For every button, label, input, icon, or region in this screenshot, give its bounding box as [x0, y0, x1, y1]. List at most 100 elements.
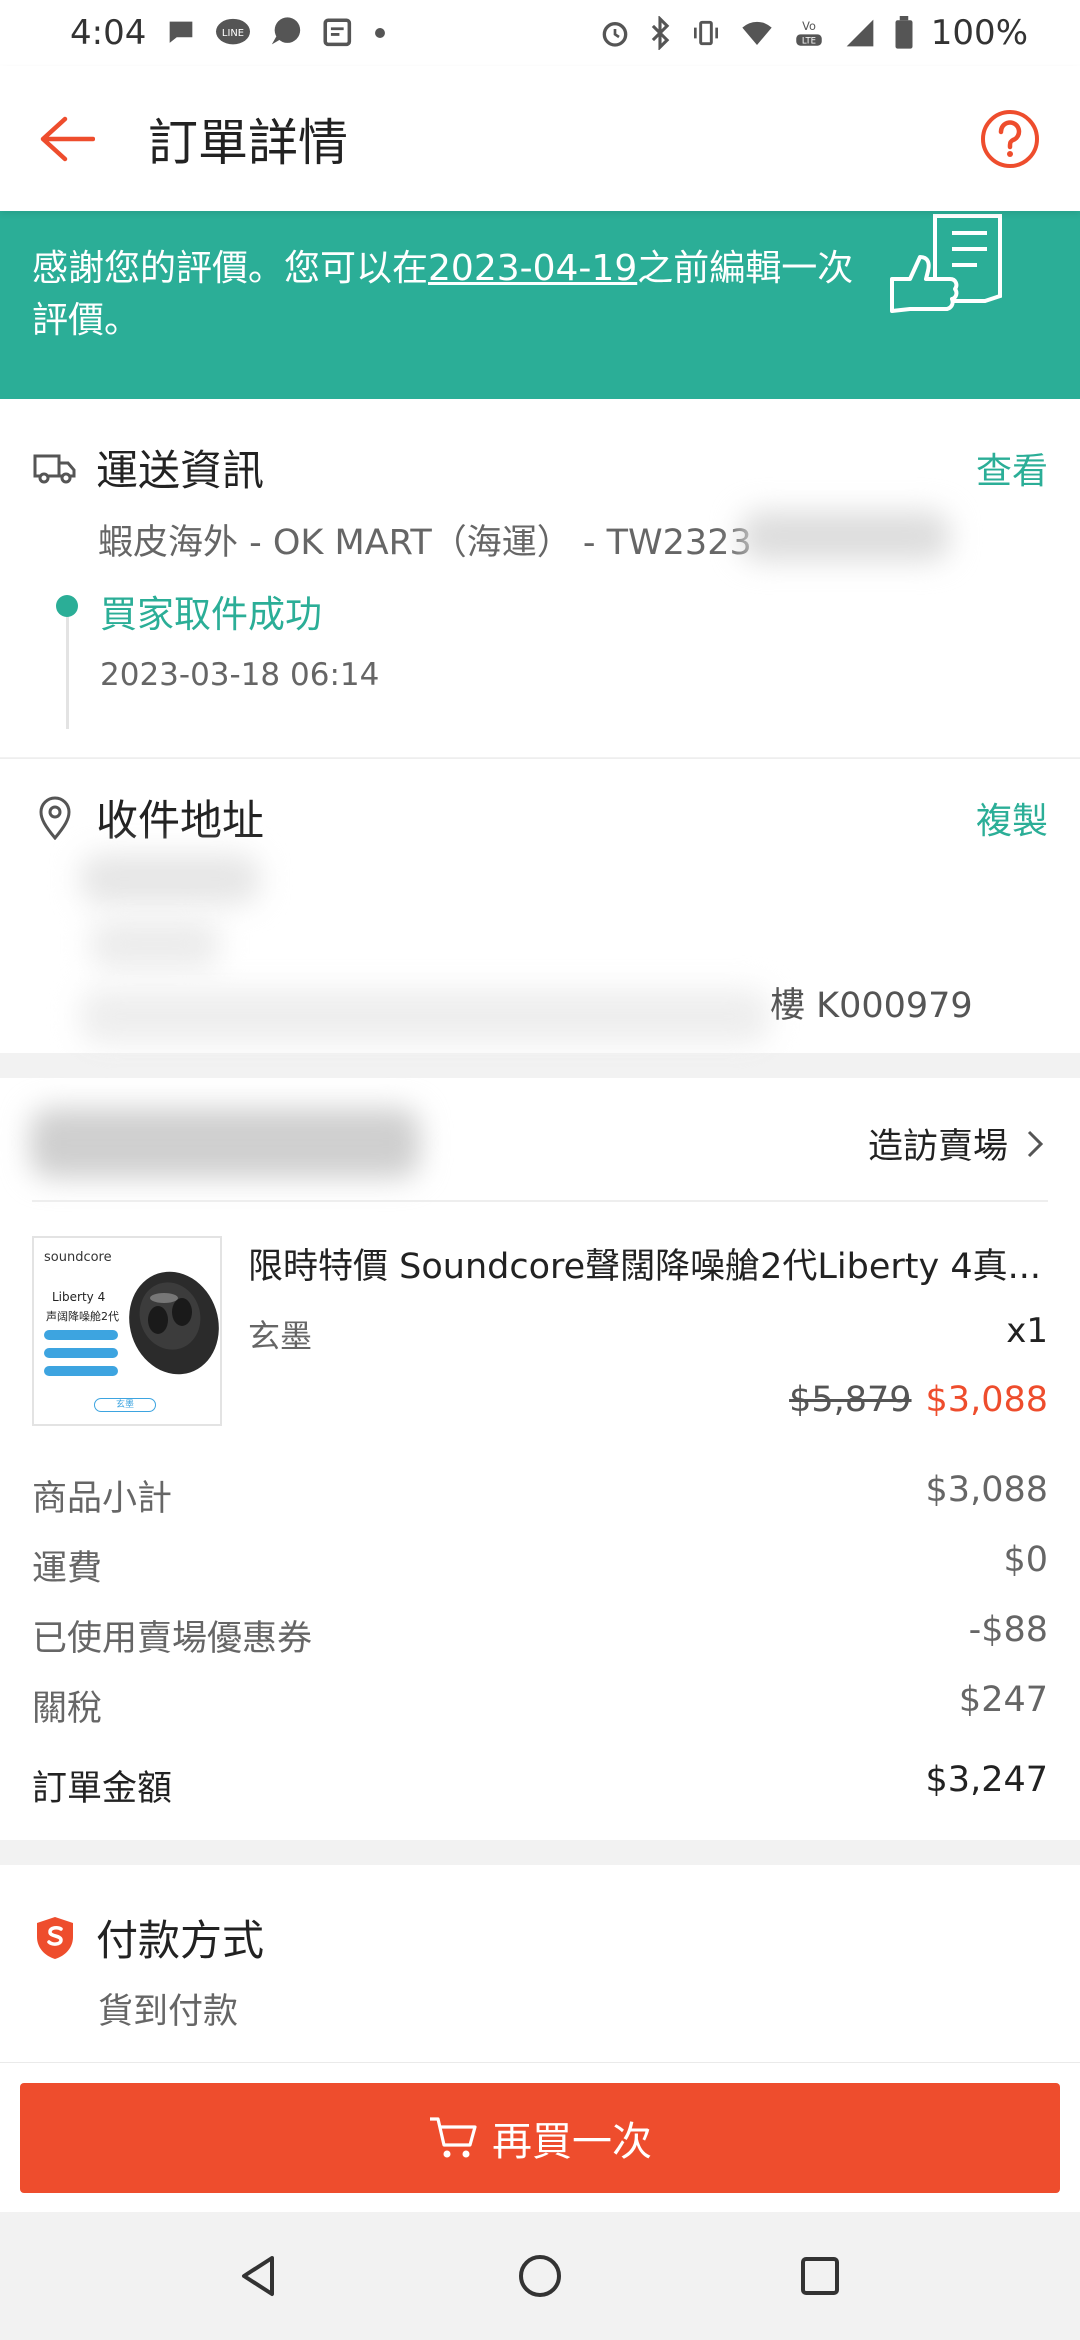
visit-shop-label: 造訪賣場 [867, 1127, 1008, 1167]
system-icons: Vo LTE 100% [599, 13, 1028, 53]
app-bar: 訂單詳情 [0, 66, 1080, 211]
timeline-dot [56, 595, 78, 617]
summary-label: 關稅 [32, 1689, 103, 1729]
summary-value: -$88 [968, 1610, 1048, 1650]
total-value: $3,247 [925, 1760, 1048, 1800]
back-button[interactable] [0, 66, 130, 211]
back-arrow-icon [40, 116, 95, 161]
svg-text:LINE: LINE [222, 28, 244, 39]
location-pin-icon [32, 795, 78, 841]
summary-row-coupon: 已使用賣場優惠券 -$88 [32, 1610, 1048, 1680]
visit-shop-link[interactable]: 造訪賣場 [868, 1118, 1050, 1169]
order-summary: 商品小計 $3,088 運費 $0 已使用賣場優惠券 -$88 關稅 $247 … [32, 1470, 1048, 1811]
help-icon [981, 109, 1039, 168]
alarm-icon [602, 21, 628, 47]
thumb-brand: soundcore [44, 1250, 112, 1265]
payment-title: 付款方式 [96, 1916, 265, 1965]
status-time: 4:04 [70, 13, 147, 53]
battery-icon [895, 16, 913, 49]
system-nav-bar [0, 2212, 1080, 2340]
page-title: 訂單詳情 [148, 113, 348, 172]
svg-text:Vo: Vo [802, 19, 816, 33]
shipping-section: 運送資訊 查看 蝦皮海外 - OK MART（海運） - TW2323 買家取件… [0, 399, 1080, 757]
summary-row-tax: 關稅 $247 [32, 1680, 1048, 1760]
shipping-timestamp: 2023-03-18 06:14 [100, 657, 380, 693]
shipping-title: 運送資訊 [96, 446, 265, 495]
chevron-right-icon [1027, 1130, 1044, 1157]
earbuds-case-icon [129, 1271, 219, 1375]
buy-again-label: 再買一次 [492, 2119, 652, 2165]
product-variant: 玄墨 [248, 1317, 313, 1355]
thumb-bar-1 [44, 1330, 118, 1340]
nav-recents-icon [801, 2257, 839, 2295]
review-illustration-icon [890, 214, 1002, 313]
summary-row-subtotal: 商品小計 $3,088 [32, 1470, 1048, 1540]
summary-label: 商品小計 [32, 1479, 173, 1519]
thumb-bar-2 [44, 1348, 118, 1358]
truck-icon [32, 445, 78, 491]
line-icon: LINE [216, 18, 251, 45]
timeline-line [66, 599, 69, 729]
bottom-action-bar: 再買一次 [0, 2062, 1080, 2212]
shield-icon [32, 1915, 78, 1961]
address-visible-line: 樓 K000979 [770, 986, 973, 1026]
wifi-icon [742, 21, 772, 45]
summary-label: 已使用賣場優惠券 [32, 1619, 313, 1659]
thumb-subtitle: 声阔降噪舱2代 [46, 1310, 119, 1323]
original-price: $5,879 [789, 1380, 912, 1420]
product-quantity: x1 [1006, 1311, 1048, 1351]
redacted-name [80, 854, 260, 904]
messenger-icon [272, 17, 301, 45]
redacted-phone [90, 919, 220, 969]
banner-text-before: 感謝您的評價。您可以在 [32, 248, 429, 289]
edit-deadline-date: 2023-04-19 [428, 248, 638, 289]
battery-percent: 100% [930, 13, 1028, 53]
chat-bubble-icon [170, 21, 193, 43]
order-section: 造訪賣場 soundcore Liberty 4 声阔降噪舱2代 玄墨 限時特價… [0, 1078, 1080, 1840]
vibrate-icon [693, 20, 718, 46]
redacted-shop-name [30, 1108, 420, 1178]
payment-section: 付款方式 貨到付款 [0, 1865, 1080, 2063]
summary-value: $0 [1003, 1540, 1048, 1580]
summary-row-shipping: 運費 $0 [32, 1540, 1048, 1610]
nav-back-icon [242, 2256, 274, 2296]
redacted-address [80, 989, 770, 1044]
bluetooth-icon [651, 16, 670, 50]
status-bar: 4:04 LINE Vo LTE 100% [0, 0, 1080, 66]
product-name[interactable]: 限時特價 Soundcore聲闊降噪艙2代Liberty 4真... [248, 1238, 1048, 1289]
product-thumbnail[interactable]: soundcore Liberty 4 声阔降噪舱2代 玄墨 [32, 1236, 222, 1426]
summary-row-total: 訂單金額 $3,247 [32, 1760, 1048, 1811]
sale-price: $3,088 [925, 1380, 1048, 1420]
payment-method: 貨到付款 [98, 1992, 239, 2032]
summary-value: $247 [958, 1680, 1048, 1720]
shipping-status: 買家取件成功 [100, 593, 322, 636]
thumb-bar-3 [44, 1366, 118, 1376]
address-title: 收件地址 [96, 796, 265, 845]
thumb-color: 玄墨 [94, 1398, 156, 1412]
product-price-row: $5,879 $3,088 [789, 1380, 1048, 1420]
help-button[interactable] [970, 99, 1050, 179]
notification-icons: LINE [164, 16, 388, 50]
address-section: 收件地址 複製 樓 K000979 [0, 758, 1080, 1053]
shop-divider [32, 1200, 1048, 1202]
view-shipping-link[interactable]: 查看 [976, 442, 1048, 494]
summary-value: $3,088 [925, 1470, 1048, 1510]
nav-home-icon [519, 2255, 561, 2297]
svg-text:LTE: LTE [802, 37, 816, 47]
review-banner: 感謝您的評價。您可以在2023-04-19之前編輯一次評價。 [0, 211, 1080, 399]
shipping-carrier: 蝦皮海外 - OK MART（海運） - TW2323 [98, 523, 752, 563]
dot-icon [375, 28, 386, 38]
nav-home-button[interactable] [500, 2236, 580, 2316]
volte-icon: Vo LTE [796, 19, 822, 47]
thumb-title: Liberty 4 [52, 1290, 106, 1304]
nav-recents-button[interactable] [780, 2236, 860, 2316]
signal-icon [846, 19, 874, 47]
redacted-tracking [740, 511, 950, 561]
total-label: 訂單金額 [32, 1769, 173, 1809]
summary-label: 運費 [32, 1549, 103, 1589]
buy-again-button[interactable]: 再買一次 [20, 2083, 1060, 2193]
cart-icon [428, 2115, 478, 2161]
nav-back-button[interactable] [220, 2236, 300, 2316]
review-banner-text: 感謝您的評價。您可以在2023-04-19之前編輯一次評價。 [32, 243, 872, 347]
copy-address-link[interactable]: 複製 [976, 792, 1048, 844]
